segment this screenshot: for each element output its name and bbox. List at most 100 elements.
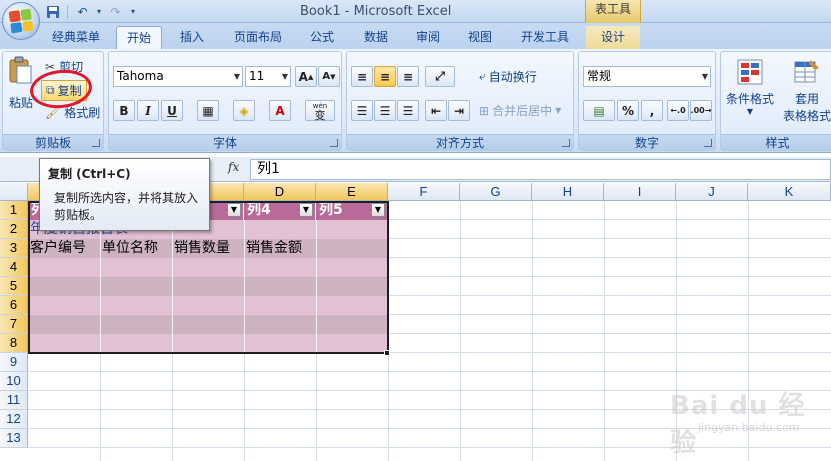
percent-icon: % <box>621 103 635 118</box>
ribbon: 粘贴 ✂ 剪切 ⧉ 复制 🖌 格式刷 剪贴板 Tahoma ▼ 11 ▼ A ▲ … <box>0 49 831 153</box>
filter-dropdown-icon[interactable]: ▼ <box>371 203 385 217</box>
orientation-icon: ⤢ <box>435 69 445 83</box>
cell-a3[interactable]: 客户编号 <box>28 239 100 258</box>
tab-data[interactable]: 数据 <box>354 26 398 49</box>
accounting-format-button[interactable]: ▤ <box>583 100 615 121</box>
redo-icon[interactable]: ↷ <box>107 3 124 20</box>
tab-classic-menu[interactable]: 经典菜单 <box>44 26 108 49</box>
column-header-f[interactable]: F <box>388 183 460 201</box>
phonetic-button[interactable]: wén 变 <box>305 100 335 121</box>
number-format-select[interactable]: 常规 ▼ <box>583 66 711 87</box>
fill-handle[interactable] <box>384 350 390 356</box>
align-right-icon: ☰ <box>402 103 414 118</box>
align-top-button[interactable]: ≡ <box>351 66 373 87</box>
tab-developer[interactable]: 开发工具 <box>512 26 578 49</box>
underline-button[interactable]: U <box>161 100 183 121</box>
column-header-g[interactable]: G <box>460 183 532 201</box>
clipboard-launcher-icon[interactable] <box>92 139 100 147</box>
column-header-i[interactable]: I <box>604 183 676 201</box>
table-row[interactable] <box>28 315 387 334</box>
row-header[interactable]: 8 <box>0 334 28 353</box>
row-header[interactable]: 2 <box>0 220 28 239</box>
decrease-decimal-button[interactable]: .00→ <box>690 100 712 121</box>
column-header-h[interactable]: H <box>532 183 604 201</box>
tab-design[interactable]: 设计 <box>586 26 640 49</box>
borders-button[interactable]: ▦ <box>197 100 219 121</box>
font-group-label: 字体 <box>109 134 341 150</box>
undo-icon[interactable]: ↶ <box>74 3 91 20</box>
align-middle-button[interactable]: ≡ <box>374 66 396 87</box>
column-header-d[interactable]: D <box>244 183 316 201</box>
column-header-k[interactable]: K <box>748 183 831 201</box>
column-header-e[interactable]: E <box>316 183 388 201</box>
cell-b3[interactable]: 单位名称 <box>100 239 172 258</box>
row-header[interactable]: 1 <box>0 201 28 220</box>
column-header-j[interactable]: J <box>676 183 748 201</box>
select-all-corner[interactable] <box>0 183 28 201</box>
italic-button[interactable]: I <box>137 100 159 121</box>
font-launcher-icon[interactable] <box>330 139 338 147</box>
table-header-col4[interactable]: 列4 ▼ <box>244 201 316 220</box>
decrease-decimal-icon: .00→ <box>690 106 712 115</box>
row-header[interactable]: 6 <box>0 296 28 315</box>
font-size-select[interactable]: 11 ▼ <box>245 66 291 87</box>
row-header[interactable]: 7 <box>0 315 28 334</box>
grow-font-button[interactable]: A ▲ <box>295 66 317 87</box>
tab-review[interactable]: 审阅 <box>406 26 450 49</box>
merge-center-button[interactable]: ⊞ 合并后居中 ▼ <box>479 102 561 119</box>
align-left-icon: ☰ <box>356 103 368 118</box>
tab-insert[interactable]: 插入 <box>170 26 214 49</box>
table-header-col5[interactable]: 列5 ▼ <box>316 201 388 220</box>
tab-page-layout[interactable]: 页面布局 <box>225 26 291 49</box>
row-header[interactable]: 3 <box>0 239 28 258</box>
increase-decimal-button[interactable]: ←.0 <box>667 100 689 121</box>
cell-c3[interactable]: 销售数量 <box>172 239 244 258</box>
wrap-text-button[interactable]: ⤶ 自动换行 <box>479 68 537 85</box>
formula-input[interactable]: 列1 <box>250 159 831 180</box>
font-name-select[interactable]: Tahoma ▼ <box>113 66 243 87</box>
percent-button[interactable]: % <box>617 100 639 121</box>
row-header[interactable]: 5 <box>0 277 28 296</box>
tab-formulas[interactable]: 公式 <box>300 26 344 49</box>
row-header[interactable]: 13 <box>0 429 28 448</box>
insert-function-icon[interactable]: fx <box>228 160 239 174</box>
title-bar: ↶ ▾ ↷ ▾ Book1 - Microsoft Excel 表工具 <box>0 0 831 23</box>
row-header[interactable]: 9 <box>0 353 28 372</box>
table-row[interactable] <box>28 296 387 315</box>
row-header[interactable]: 12 <box>0 410 28 429</box>
alignment-launcher-icon[interactable] <box>562 139 570 147</box>
undo-dropdown-icon[interactable]: ▾ <box>95 3 103 20</box>
shrink-font-button[interactable]: A ▼ <box>318 66 340 87</box>
bold-button[interactable]: B <box>113 100 135 121</box>
format-as-table-button[interactable]: 套用 表格格式 <box>779 58 831 124</box>
fill-color-button[interactable]: ◈ <box>233 100 255 121</box>
comma-button[interactable]: , <box>641 100 663 121</box>
align-right-button[interactable]: ☰ <box>397 100 419 121</box>
chevron-down-icon: ▼ <box>281 72 288 81</box>
row-header[interactable]: 10 <box>0 372 28 391</box>
table-row[interactable] <box>28 334 387 353</box>
tab-home[interactable]: 开始 <box>116 26 162 49</box>
align-center-button[interactable]: ☰ <box>374 100 396 121</box>
tab-view[interactable]: 视图 <box>458 26 502 49</box>
decrease-indent-button[interactable]: ⇤ <box>425 100 447 121</box>
save-icon[interactable] <box>44 3 61 20</box>
table-row[interactable] <box>28 277 387 296</box>
chevron-down-icon: ▼ <box>746 107 754 116</box>
row-header[interactable]: 11 <box>0 391 28 410</box>
row-header[interactable]: 4 <box>0 258 28 277</box>
align-left-button[interactable]: ☰ <box>351 100 373 121</box>
customize-qat-icon[interactable]: ▾ <box>128 3 138 20</box>
font-color-button[interactable]: A <box>269 100 291 121</box>
gridline <box>100 353 101 461</box>
number-launcher-icon[interactable] <box>704 139 712 147</box>
filter-dropdown-icon[interactable]: ▼ <box>227 203 241 217</box>
increase-indent-button[interactable]: ⇥ <box>448 100 470 121</box>
filter-dropdown-icon[interactable]: ▼ <box>299 203 313 217</box>
table-row[interactable] <box>28 258 387 277</box>
align-bottom-button[interactable]: ≡ <box>397 66 419 87</box>
cell-d3[interactable]: 销售金额 <box>244 239 316 258</box>
office-button[interactable] <box>2 2 40 40</box>
orientation-button[interactable]: ⤢ <box>425 66 455 87</box>
conditional-formatting-button[interactable]: 条件格式 ▼ <box>723 58 777 116</box>
